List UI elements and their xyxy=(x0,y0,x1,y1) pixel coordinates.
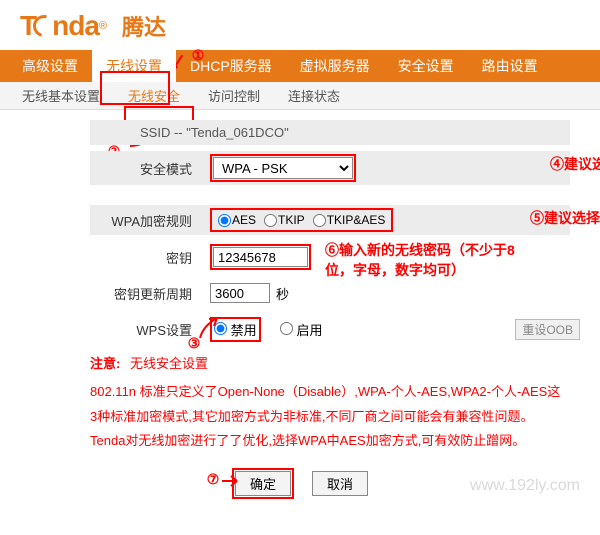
ssid-label: SSID -- "Tenda_061DCO" xyxy=(90,120,570,145)
cancel-button[interactable]: 取消 xyxy=(312,471,368,496)
row-wpa-rule: WPA加密规则 AES TKIP TKIP&AES ⑤建议选择：AES xyxy=(90,205,570,235)
key-input[interactable] xyxy=(213,247,308,267)
subnav-status[interactable]: 连接状态 xyxy=(274,81,354,110)
annotation-3: ③ xyxy=(186,335,202,351)
header: Tnda® 腾达 xyxy=(0,0,600,50)
notice-section: 注意: 无线安全设置 802.11n 标准只定义了Open-None（Disab… xyxy=(0,353,600,454)
nav-security[interactable]: 安全设置 xyxy=(384,50,468,82)
subnav-access[interactable]: 访问控制 xyxy=(194,81,274,110)
row-key: 密钥 ⑥输入新的无线密码（不少于8位，字母，数字均可） xyxy=(90,243,570,271)
row-key-update: 密钥更新周期 秒 xyxy=(90,279,570,307)
logo-cn: 腾达 xyxy=(122,10,166,42)
key-label: 密钥 xyxy=(90,248,210,267)
content-area: SSID -- "Tenda_061DCO" 安全模式 WPA - PSK ④建… xyxy=(0,110,600,343)
main-nav: 高级设置 无线设置 DHCP服务器 虚拟服务器 安全设置 路由设置 xyxy=(0,50,600,82)
notice-label: 注意: xyxy=(90,356,120,371)
subnav-security[interactable]: 无线安全 xyxy=(114,81,194,110)
annotation-5: ⑤建议选择：AES xyxy=(530,208,600,228)
radio-wps-enable[interactable]: 启用 xyxy=(280,320,323,339)
ssid-text: SSID -- "Tenda_061DCO" xyxy=(100,125,289,140)
sub-nav: 无线基本设置 无线安全 访问控制 连接状态 xyxy=(0,82,600,110)
subnav-basic[interactable]: 无线基本设置 xyxy=(8,81,114,110)
arrow-7-icon xyxy=(222,474,242,489)
annotation-4: ④建议选择：WAP-PSK xyxy=(550,154,600,174)
nav-advanced[interactable]: 高级设置 xyxy=(8,50,92,82)
key-update-input[interactable] xyxy=(210,283,270,303)
logo-text: Tnda® xyxy=(20,10,106,42)
security-mode-label: 安全模式 xyxy=(90,159,210,178)
notice-text: 无线安全设置 xyxy=(130,356,208,371)
nav-dhcp[interactable]: DHCP服务器 xyxy=(176,50,286,82)
annotation-6: ⑥输入新的无线密码（不少于8位，字母，数字均可） xyxy=(325,241,535,280)
nav-virtual[interactable]: 虚拟服务器 xyxy=(286,50,384,82)
row-security-mode: 安全模式 WPA - PSK ④建议选择：WAP-PSK xyxy=(90,151,570,185)
wpa-rule-label: WPA加密规则 xyxy=(90,211,210,230)
nav-routing[interactable]: 路由设置 xyxy=(468,50,552,82)
notice-title: 注意: 无线安全设置 xyxy=(90,353,570,372)
logo-swoosh-icon xyxy=(29,11,59,41)
wpa-rule-radios: AES TKIP TKIP&AES xyxy=(210,208,393,232)
notice-body-2: Tenda对无线加密进行了了优化,选择WPA中AES加密方式,可有效防止蹭网。 xyxy=(90,429,570,454)
logo: Tnda® 腾达 xyxy=(20,10,580,42)
ok-button[interactable]: 确定 xyxy=(235,471,291,496)
watermark: www.192ly.com xyxy=(470,477,580,495)
annotation-7: ⑦ xyxy=(205,471,221,487)
key-update-label: 密钥更新周期 xyxy=(90,284,210,303)
nav-wireless[interactable]: 无线设置 xyxy=(92,50,176,82)
key-update-unit: 秒 xyxy=(276,284,289,303)
radio-tkipaes[interactable]: TKIP&AES xyxy=(313,213,386,227)
reset-oob-button[interactable]: 重设OOB xyxy=(515,319,580,340)
radio-aes[interactable]: AES xyxy=(218,213,256,227)
radio-tkip[interactable]: TKIP xyxy=(264,213,305,227)
notice-body-1: 802.11n 标准只定义了Open-None（Disable）,WPA-个人-… xyxy=(90,380,570,429)
security-mode-select[interactable]: WPA - PSK xyxy=(213,157,353,179)
row-wps: WPS设置 禁用 启用 重设OOB xyxy=(90,315,570,343)
radio-wps-disable[interactable]: 禁用 xyxy=(214,323,257,338)
buttons-row: ⑦ 确定 取消 www.192ly.com xyxy=(0,468,600,499)
